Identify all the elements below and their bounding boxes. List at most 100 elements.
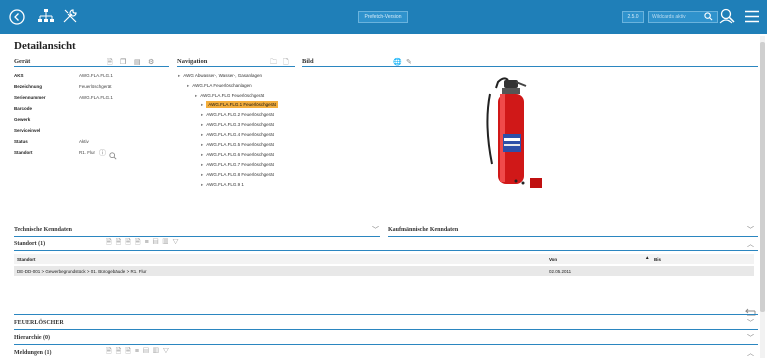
tree-item-label: AWG.FLA.FLG.4 Feuerlöschgerät [206, 132, 274, 137]
hierarchie-title: Hierarchie (0) [14, 335, 51, 341]
field-value: Feuerlöschgerät [79, 84, 112, 89]
filter-list-icon[interactable]: ≡ [145, 239, 153, 246]
columns-icon[interactable]: ▥ [153, 348, 163, 355]
chevron-down-icon[interactable]: ﹀ [372, 225, 379, 235]
divider [388, 236, 758, 237]
sort-icon[interactable]: ▴ [646, 255, 649, 261]
navigation-title: Navigation [177, 58, 208, 65]
standort-toolbar: 🗎🗎🗎🗎≡▤▥▽ [106, 238, 183, 249]
device-image [478, 74, 548, 190]
technische-kenndaten-header[interactable]: Technische Kenndaten [14, 225, 72, 235]
tools-icon[interactable] [62, 8, 78, 24]
pdf-icon[interactable]: 🗎 [106, 348, 116, 355]
hierarchy-icon[interactable] [38, 9, 54, 23]
page-title: Detailansicht [14, 40, 76, 52]
tree-item[interactable]: ▸ AWG.FLA Feuerlöschanlagen [187, 82, 252, 89]
build-pill: 2.5.0 [622, 11, 644, 23]
tree-item[interactable]: ▸ AWG.FLA.FLG.7 Feuerlöschgerät [201, 161, 274, 168]
info-icon[interactable]: ⓘ [99, 148, 106, 158]
pdf-list-icon[interactable]: 🗎 [125, 239, 135, 246]
filter-icon[interactable]: ▽ [172, 239, 182, 246]
cell-standort: DE-DD-001 > Gewerbegrundstück > 01. Büro… [17, 269, 147, 274]
chevron-down-icon[interactable]: ﹀ [747, 318, 754, 328]
table-icon[interactable]: ▤ [143, 348, 153, 355]
search-icon[interactable] [109, 147, 117, 165]
folder-icon[interactable]: 🗀 [270, 58, 277, 69]
tree-item[interactable]: ▸ AWG Abwasser-, Wasser-, Gasanlagen [178, 72, 262, 79]
feuerloescher-section-header[interactable]: FEUERLÖSCHER [14, 318, 64, 328]
bild-title: Bild [302, 58, 314, 65]
chevron-down-icon[interactable]: ﹀ [747, 333, 754, 343]
filter-list-icon[interactable]: ≡ [135, 348, 143, 355]
standort-title: Standort (1) [14, 241, 46, 247]
pdf-list-icon[interactable]: 🗎 [125, 348, 135, 355]
file-icon[interactable]: 🗋 [283, 58, 289, 69]
column-bis[interactable]: Bis [654, 257, 661, 262]
table-icon[interactable]: ▤ [153, 239, 163, 246]
column-von[interactable]: Von [549, 257, 557, 262]
tree-item[interactable]: ▸ AWG.FLA.FLG Feuerlöschgerät [195, 92, 264, 99]
column-standort[interactable]: Standort [17, 257, 36, 262]
field-label: AKS [14, 73, 24, 78]
top-bar: Prefetch-Version 2.5.0 Wildcards aktiv [0, 0, 767, 34]
menu-icon[interactable] [745, 10, 759, 23]
tree-item[interactable]: ▸ AWG.FLA.FLG.9 1 [201, 181, 244, 188]
chevron-up-icon[interactable]: ︿ [747, 348, 754, 358]
hierarchie-section-header[interactable]: Hierarchie (0) [14, 333, 50, 343]
divider [14, 314, 758, 315]
standort-value[interactable]: R1. Flur [79, 150, 95, 155]
globe-icon[interactable]: 🌐 [393, 58, 402, 66]
user-search-icon[interactable] [719, 8, 736, 25]
tree-item-label: AWG.FLA Feuerlöschanlagen [192, 83, 252, 88]
cell-von: 02.05.2011 [549, 269, 572, 274]
navigation-header: Navigation [177, 57, 295, 67]
tree-item[interactable]: ▸ AWG.FLA.FLG.4 Feuerlöschgerät [201, 131, 274, 138]
tree-item-label: AWG.FLA.FLG.7 Feuerlöschgerät [206, 162, 274, 167]
field-value: AWG.FLA.FLG.1 [79, 95, 113, 100]
meldungen-section-header[interactable]: Meldungen (1) [14, 348, 52, 358]
chevron-down-icon[interactable]: ﹀ [747, 225, 754, 235]
tree-item-label: AWG.FLA.FLG Feuerlöschgerät [200, 93, 265, 98]
tree-item-label: AWG.FLA.FLG.8 Feuerlöschgerät [206, 172, 274, 177]
technische-title: Technische Kenndaten [14, 227, 72, 233]
tree-item[interactable]: ▸ AWG.FLA.FLG.5 Feuerlöschgerät [201, 141, 274, 148]
meldungen-toolbar: 🗎🗎🗎≡▤▥▽ [106, 347, 173, 358]
geraet-title: Gerät [14, 58, 31, 65]
scrollbar-thumb[interactable] [760, 42, 765, 312]
version-pill: Prefetch-Version [358, 11, 408, 23]
back-icon[interactable] [8, 8, 26, 26]
pdf-icon[interactable]: 🗎 [107, 58, 113, 69]
scrollbar[interactable] [760, 36, 765, 358]
tree-item-label: AWG.FLA.FLG.9 1 [206, 182, 244, 187]
tree-item-selected[interactable]: ▸ AWG.FLA.FLG.1 Feuerlöschgerät [201, 101, 278, 108]
kaufmaennische-kenndaten-header[interactable]: Kaufmännische Kenndaten [388, 225, 458, 235]
standort-section-header[interactable]: Standort (1) [14, 239, 45, 249]
document-icon[interactable]: ▤ [134, 58, 141, 66]
field-label: Status [14, 139, 28, 144]
tree-item[interactable]: ▸ AWG.FLA.FLG.2 Feuerlöschgerät [201, 111, 274, 118]
filter-icon[interactable]: ▽ [163, 348, 173, 355]
columns-icon[interactable]: ▥ [163, 239, 173, 246]
tree-item-label: AWG Abwasser-, Wasser-, Gasanlagen [183, 73, 262, 78]
field-label: Standort [14, 150, 33, 155]
feuerloescher-title: FEUERLÖSCHER [14, 320, 64, 326]
image-edit-icon[interactable]: ✎ [406, 58, 412, 66]
tree-item[interactable]: ▸ AWG.FLA.FLG.8 Feuerlöschgerät [201, 171, 274, 178]
chevron-up-icon[interactable]: ︿ [747, 239, 754, 249]
pdf-icon[interactable]: 🗎 [106, 239, 116, 246]
pdf-export-icon[interactable]: 🗎 [116, 239, 126, 246]
field-label: Serviceinvel [14, 128, 41, 133]
tree-item[interactable]: ▸ AWG.FLA.FLG.6 Feuerlöschgerät [201, 151, 274, 158]
table-row[interactable]: DE-DD-001 > Gewerbegrundstück > 01. Büro… [14, 266, 754, 276]
pdf-export-icon[interactable]: 🗎 [116, 348, 126, 355]
search-icon[interactable] [704, 12, 713, 21]
field-label: Bezeichnung [14, 84, 43, 89]
pdf-detail-icon[interactable]: 🗎 [135, 239, 145, 246]
bild-header: Bild [302, 57, 758, 67]
copy-icon[interactable]: ❐ [120, 58, 126, 66]
tree-item[interactable]: ▸ AWG.FLA.FLG.3 Feuerlöschgerät [201, 121, 274, 128]
divider [14, 344, 758, 345]
tree-item-label: AWG.FLA.FLG.2 Feuerlöschgerät [206, 112, 274, 117]
table-header: Standort Von ▴ Bis [14, 254, 754, 264]
settings-icon[interactable]: ⚙ [148, 58, 154, 66]
